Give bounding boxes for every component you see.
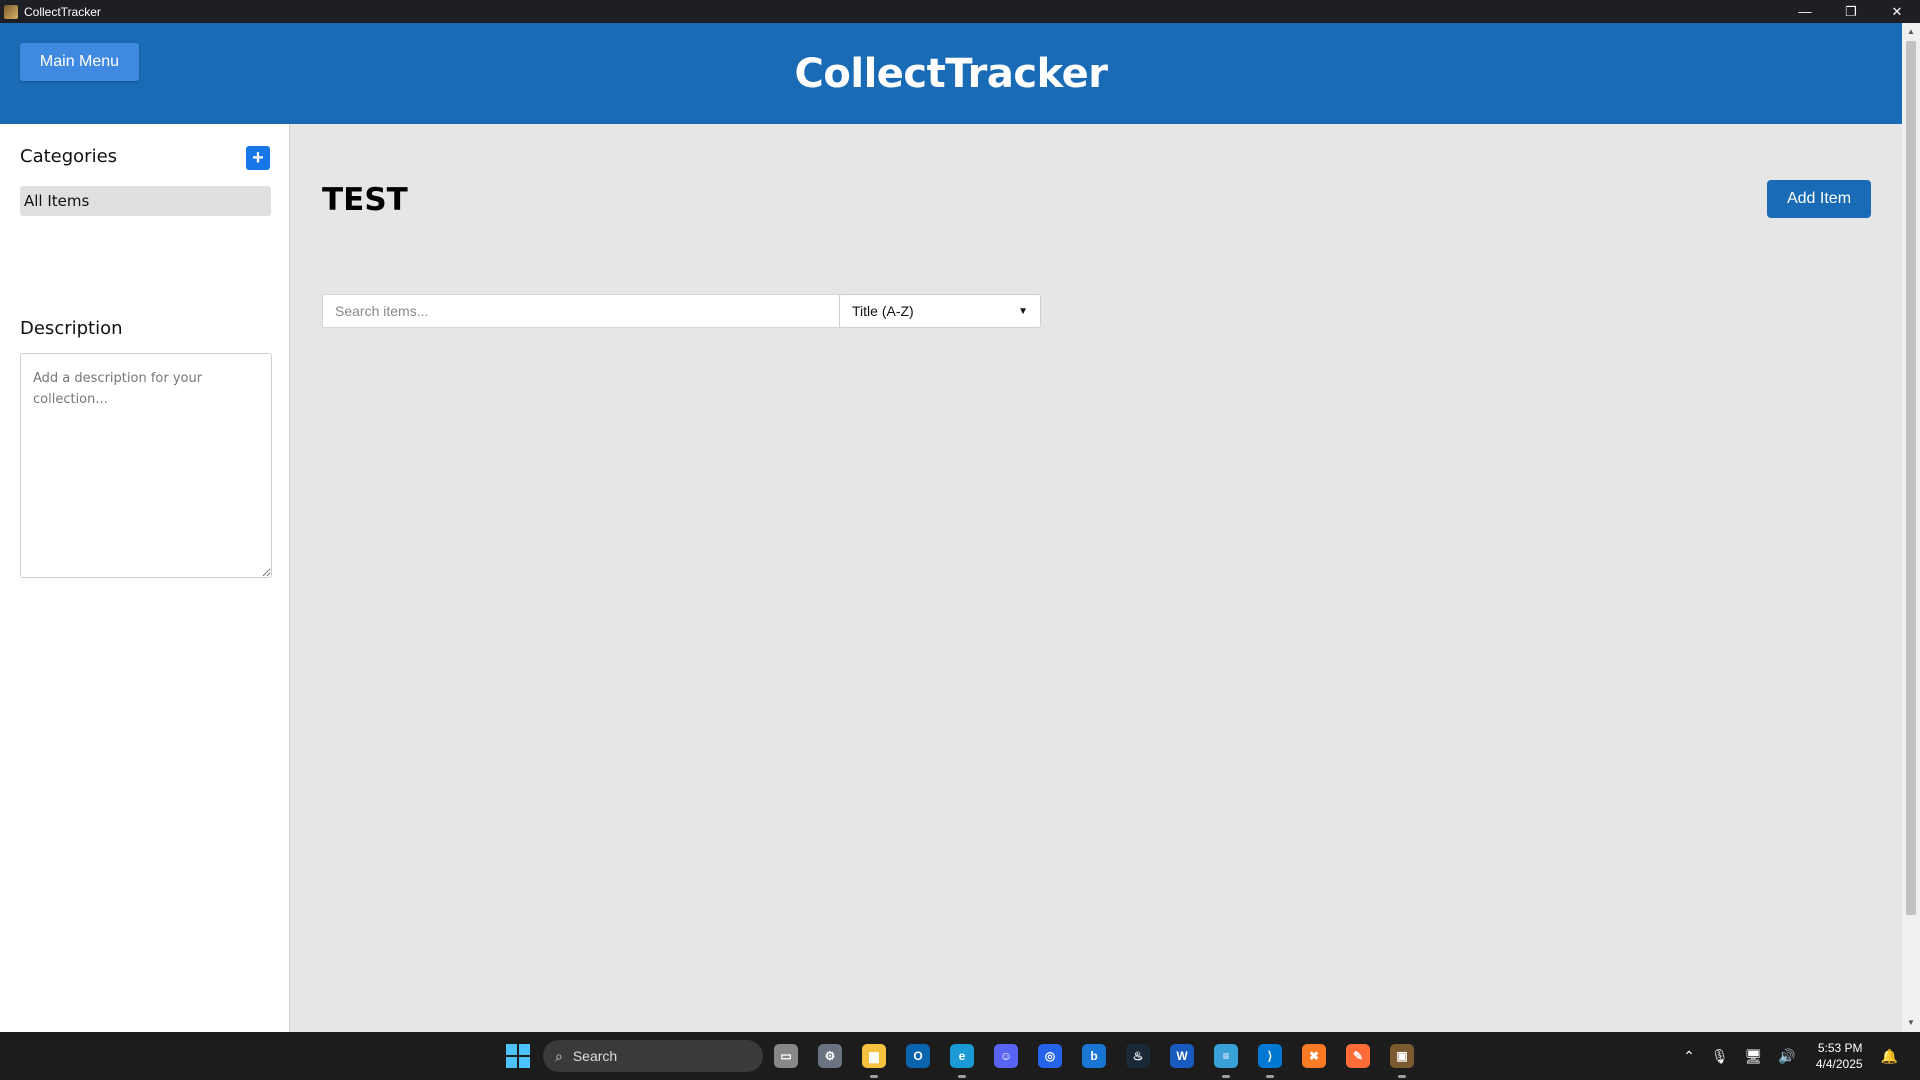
notepad-icon-glyph: ≡ xyxy=(1214,1044,1238,1068)
task-view-icon[interactable]: ▭ xyxy=(770,1040,802,1072)
outlook-icon[interactable]: O xyxy=(902,1040,934,1072)
steam-icon-glyph: ♨ xyxy=(1126,1044,1150,1068)
task-view-icon-glyph: ▭ xyxy=(774,1044,798,1068)
minimize-button[interactable]: — xyxy=(1782,0,1828,23)
start-button[interactable] xyxy=(506,1044,530,1068)
edge-icon[interactable]: e xyxy=(946,1040,978,1078)
scroll-up-arrow-icon[interactable]: ▲ xyxy=(1902,25,1920,39)
restore-button[interactable]: ❐ xyxy=(1828,0,1874,23)
add-category-button[interactable]: + xyxy=(246,146,270,170)
vscode-icon[interactable]: ⟩ xyxy=(1254,1040,1286,1078)
bing-icon[interactable]: b xyxy=(1078,1040,1110,1072)
network-icon[interactable]: 🖥 xyxy=(1745,1048,1763,1065)
sidebar: Categories + All Items Description xyxy=(0,124,290,1032)
app-icon xyxy=(4,4,18,19)
collecttracker-taskbar-icon-glyph: ▣ xyxy=(1390,1044,1414,1068)
vscode-icon-glyph: ⟩ xyxy=(1258,1044,1282,1068)
app-title: CollectTracker xyxy=(794,51,1108,97)
taskbar-apps: ▭ ⚙ ▆ Oe ☺ ◎ b ♨ W ≡ ⟩ ✖ ✎ ▣ xyxy=(770,1040,1418,1078)
system-tray: ⌃ 🎙 🖥 🔊 5:53 PM 4/4/2025 🔔 xyxy=(1675,1032,1906,1080)
scroll-down-arrow-icon[interactable]: ▼ xyxy=(1902,1016,1920,1030)
discord-icon[interactable]: ☺ xyxy=(990,1040,1022,1072)
postman-icon-glyph: ✎ xyxy=(1346,1044,1370,1068)
volume-icon[interactable]: 🔊 xyxy=(1778,1048,1795,1065)
file-explorer-icon-glyph: ▆ xyxy=(862,1044,886,1068)
sort-select[interactable]: Title (A-Z) ▼ xyxy=(839,294,1041,328)
window-title: CollectTracker xyxy=(24,4,101,19)
settings-icon[interactable]: ⚙ xyxy=(814,1040,846,1072)
settings-icon-glyph: ⚙ xyxy=(818,1044,842,1068)
app-header: Main Menu CollectTracker xyxy=(0,23,1902,124)
sort-selected-value: Title (A-Z) xyxy=(852,303,914,319)
app-blue-icon[interactable]: ◎ xyxy=(1034,1040,1066,1072)
chevron-up-icon[interactable]: ⌃ xyxy=(1683,1048,1695,1065)
search-icon: ⌕ xyxy=(555,1047,563,1064)
xampp-icon-glyph: ✖ xyxy=(1302,1044,1326,1068)
window-controls: — ❐ ✕ xyxy=(1782,0,1920,23)
scrollbar-thumb[interactable] xyxy=(1906,41,1916,915)
notepad-icon[interactable]: ≡ xyxy=(1210,1040,1242,1078)
description-heading: Description xyxy=(20,318,123,339)
clock[interactable]: 5:53 PM 4/4/2025 xyxy=(1816,1040,1863,1072)
main-content: TEST Add Item Title (A-Z) ▼ xyxy=(291,124,1902,1032)
taskbar-search-label: Search xyxy=(572,1048,618,1064)
xampp-icon[interactable]: ✖ xyxy=(1298,1040,1330,1072)
collecttracker-taskbar-icon[interactable]: ▣ xyxy=(1386,1040,1418,1078)
description-textarea[interactable] xyxy=(20,353,272,578)
notification-icon[interactable]: 🔔 xyxy=(1881,1048,1898,1065)
vertical-scrollbar[interactable]: ▲ ▼ xyxy=(1902,23,1920,1032)
clock-time: 5:53 PM xyxy=(1817,1041,1863,1055)
clock-date: 4/4/2025 xyxy=(1815,1057,1863,1071)
steam-icon[interactable]: ♨ xyxy=(1122,1040,1154,1072)
search-input[interactable] xyxy=(322,294,840,328)
edge-icon-glyph: e xyxy=(950,1044,974,1068)
bing-icon-glyph: b xyxy=(1082,1044,1106,1068)
word-icon-glyph: W xyxy=(1170,1044,1194,1068)
taskbar: ⌕ Search ▭ ⚙ ▆ Oe ☺ ◎ b ♨ W ≡ ⟩ ✖ ✎ ▣ ⌃ 🎙 🖥 🔊 5:53 PM… xyxy=(0,1032,1920,1080)
discord-icon-glyph: ☺ xyxy=(994,1044,1018,1068)
app-blue-icon-glyph: ◎ xyxy=(1038,1044,1062,1068)
category-item-all-items[interactable]: All Items xyxy=(20,186,271,216)
collection-title: TEST xyxy=(322,182,408,218)
file-explorer-icon[interactable]: ▆ xyxy=(858,1040,890,1078)
word-icon[interactable]: W xyxy=(1166,1040,1198,1072)
postman-icon[interactable]: ✎ xyxy=(1342,1040,1374,1072)
add-item-button[interactable]: Add Item xyxy=(1767,180,1871,218)
microphone-icon[interactable]: 🎙 xyxy=(1711,1048,1729,1065)
taskbar-search[interactable]: ⌕ Search xyxy=(543,1040,763,1072)
window-titlebar: CollectTracker — ❐ ✕ xyxy=(0,0,1920,23)
categories-heading: Categories xyxy=(20,146,118,167)
close-button[interactable]: ✕ xyxy=(1874,0,1920,23)
chevron-down-icon: ▼ xyxy=(1018,305,1028,317)
outlook-icon-glyph: O xyxy=(906,1044,930,1068)
